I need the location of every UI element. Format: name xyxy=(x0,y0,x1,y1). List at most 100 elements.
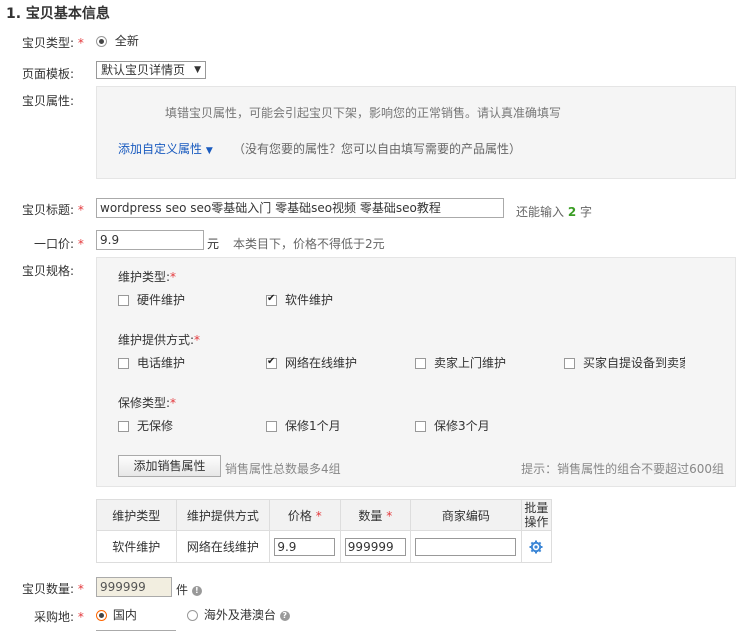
add-sale-attr-button[interactable]: 添加销售属性 xyxy=(118,455,221,477)
template-select[interactable]: 默认宝贝详情页 ▼ xyxy=(96,61,206,79)
title-remaining-suffix: 字 xyxy=(580,205,593,219)
sku-cell-qty: 999999 xyxy=(339,530,412,563)
required-star: * xyxy=(170,396,177,410)
attrs-panel: 填错宝贝属性，可能会引起宝贝下架，影响您的正常销售。请认真准确填写 添加自定义属… xyxy=(96,86,736,179)
sku-header-type: 维护类型 xyxy=(96,499,177,531)
sku-qty-input[interactable]: 999999 xyxy=(344,537,406,556)
section-title: 1. 宝贝基本信息 xyxy=(6,6,110,22)
template-select-value: 默认宝贝详情页 xyxy=(101,63,186,77)
price-input[interactable]: 9.9 xyxy=(96,230,204,250)
title-input[interactable]: wordpress seo seo零基础入门 零基础seo视频 零基础seo教程 xyxy=(96,198,504,218)
required-star: * xyxy=(315,508,322,523)
sku-price-input[interactable]: 9.9 xyxy=(274,537,336,556)
sku-header-price: 价格 * xyxy=(269,499,341,531)
radio-overseas[interactable] xyxy=(187,610,198,621)
checkbox-online[interactable] xyxy=(266,356,277,369)
option-warranty-1m[interactable]: 保修1个月 xyxy=(266,417,341,434)
required-star: * xyxy=(77,582,84,596)
caret-down-icon: ▼ xyxy=(205,146,213,156)
option-online[interactable]: 网络在线维护 xyxy=(266,354,357,371)
item-type-new-option[interactable]: 全新 xyxy=(96,32,139,49)
option-warranty-3m[interactable]: 保修3个月 xyxy=(415,417,490,434)
price-hint: 本类目下，价格不得低于2元 xyxy=(233,237,385,251)
sku-header-row: 维护类型 维护提供方式 价格 * 数量 * 商家编码 批量 操作 xyxy=(96,499,553,531)
required-star: * xyxy=(77,610,84,624)
title-remaining-prefix: 还能输入 xyxy=(516,205,565,219)
origin-domestic-option[interactable]: 国内 xyxy=(96,606,137,623)
sku-table: 维护类型 维护提供方式 价格 * 数量 * 商家编码 批量 操作 软件维护 网络… xyxy=(96,499,553,563)
origin-overseas-option[interactable]: 海外及港澳台 ? xyxy=(187,606,290,623)
quantity-unit: 件 ! xyxy=(176,581,202,598)
checkbox-no-warranty[interactable] xyxy=(118,421,129,432)
spec-label: 宝贝规格: xyxy=(22,264,75,278)
option-label: 电话维护 xyxy=(137,356,186,370)
add-custom-attr-text: 添加自定义属性 xyxy=(118,142,203,156)
title-remaining-count: 2 xyxy=(567,205,577,219)
table-row: 软件维护 网络在线维护 9.9 999999 xyxy=(96,530,553,563)
quantity-input[interactable]: 999999 xyxy=(96,577,172,597)
checkbox-warranty-3m[interactable] xyxy=(415,421,426,432)
option-label: 卖家上门维护 xyxy=(434,356,507,370)
option-software[interactable]: 软件维护 xyxy=(266,291,333,308)
option-no-warranty[interactable]: 无保修 xyxy=(118,417,173,434)
sku-header-qty-text: 数量 xyxy=(358,508,383,523)
option-label: 保修3个月 xyxy=(434,419,490,433)
checkbox-phone[interactable] xyxy=(118,358,129,369)
radio-new[interactable] xyxy=(96,36,107,47)
title-label-text: 宝贝标题: xyxy=(22,203,75,217)
item-type-label-text: 宝贝类型: xyxy=(22,36,75,50)
option-self-delivery[interactable]: 买家自提设备到卖家 xyxy=(564,354,685,371)
option-label: 软件维护 xyxy=(285,293,334,307)
attrs-label: 宝贝属性: xyxy=(22,94,75,108)
option-label: 硬件维护 xyxy=(137,293,186,307)
dropdown-arrow-icon: ▼ xyxy=(194,65,201,75)
checkbox-hardware[interactable] xyxy=(118,295,129,306)
add-sale-attr-hint: 销售属性总数最多4组 xyxy=(225,462,341,476)
radio-domestic[interactable] xyxy=(96,610,107,621)
spec-group-method-title: 维护提供方式:* xyxy=(118,331,200,348)
add-custom-attr-hint: （没有您要的属性？您可以自由填写需要的产品属性） xyxy=(233,142,522,156)
help-icon[interactable]: ? xyxy=(279,610,290,621)
option-label: 网络在线维护 xyxy=(285,356,358,370)
item-type-label: 宝贝类型: * xyxy=(22,34,84,51)
required-star: * xyxy=(77,237,84,251)
option-label: 保修1个月 xyxy=(285,419,341,433)
spec-panel: 维护类型:* 硬件维护 软件维护 维护提供方式:* 电话维护 网络在线维护 卖家… xyxy=(96,257,736,487)
option-label: 买家自提设备到卖家 xyxy=(583,356,685,370)
required-star: * xyxy=(77,203,84,217)
option-hardware[interactable]: 硬件维护 xyxy=(118,291,185,308)
required-star: * xyxy=(170,270,177,284)
origin-label-text: 采购地: xyxy=(34,610,75,624)
quantity-label: 宝贝数量: * xyxy=(22,580,84,597)
sku-cell-type: 软件维护 xyxy=(96,530,177,563)
option-phone[interactable]: 电话维护 xyxy=(118,354,185,371)
origin-label: 采购地: * xyxy=(34,608,84,625)
sku-cell-code xyxy=(410,530,522,563)
sku-cell-method: 网络在线维护 xyxy=(175,530,271,563)
required-star: * xyxy=(386,508,393,523)
sku-cell-price: 9.9 xyxy=(269,530,341,563)
required-star: * xyxy=(77,36,84,50)
sku-header-code: 商家编码 xyxy=(410,499,522,531)
gear-icon[interactable] xyxy=(529,540,543,554)
quantity-label-text: 宝贝数量: xyxy=(22,582,75,596)
sku-cell-batch xyxy=(520,530,553,563)
info-icon[interactable]: ! xyxy=(191,585,202,596)
option-onsite[interactable]: 卖家上门维护 xyxy=(415,354,506,371)
title-remaining: 还能输入 2 字 xyxy=(516,203,592,220)
origin-overseas-label: 海外及港澳台 xyxy=(203,608,276,622)
sku-header-price-text: 价格 xyxy=(287,508,312,523)
spec-group-title-text: 维护提供方式: xyxy=(118,333,195,347)
checkbox-self-delivery[interactable] xyxy=(564,358,575,369)
sku-header-qty: 数量 * xyxy=(339,499,412,531)
sku-header-batch: 批量 操作 xyxy=(520,499,553,531)
sku-header-method: 维护提供方式 xyxy=(175,499,271,531)
price-label: 一口价: * xyxy=(34,235,84,252)
sku-code-input[interactable] xyxy=(415,537,517,556)
add-custom-attr-link[interactable]: 添加自定义属性 ▼ xyxy=(118,140,213,157)
spec-group-maintenance-type-title: 维护类型:* xyxy=(118,268,176,285)
spec-group-title-text: 保修类型: xyxy=(118,396,171,410)
checkbox-onsite[interactable] xyxy=(415,358,426,369)
checkbox-warranty-1m[interactable] xyxy=(266,421,277,432)
checkbox-software[interactable] xyxy=(266,293,277,306)
